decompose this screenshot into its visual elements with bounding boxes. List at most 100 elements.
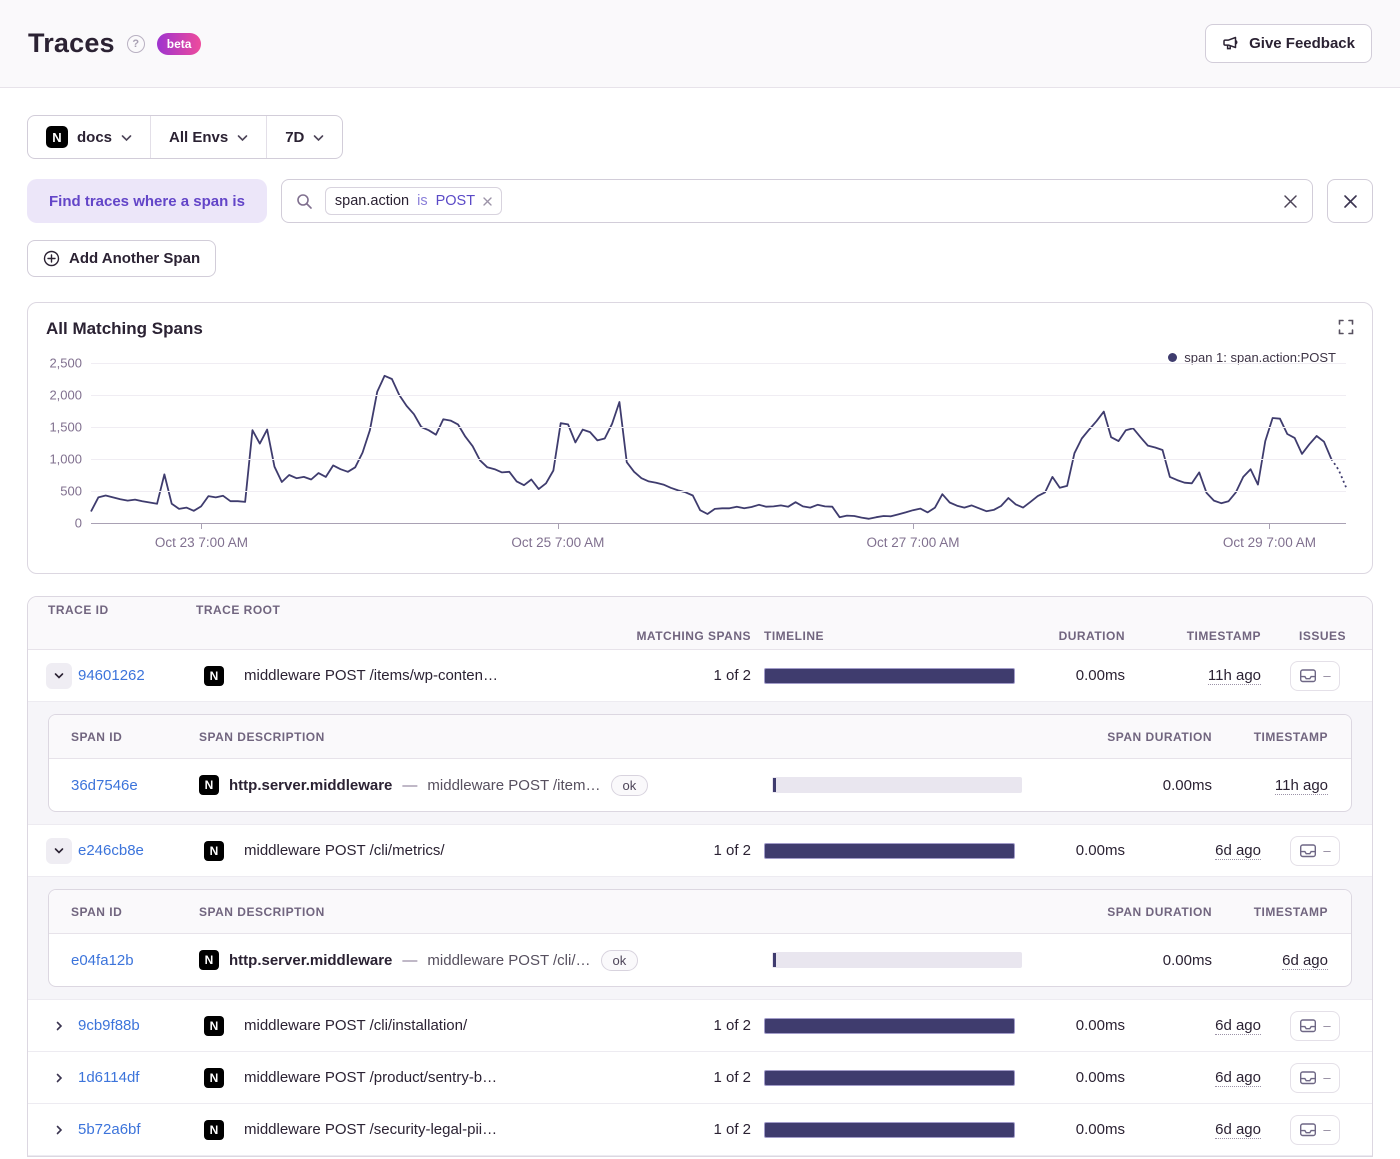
trace-timestamp: 6d ago: [1215, 1121, 1261, 1139]
gridline: [91, 363, 1346, 364]
give-feedback-button[interactable]: Give Feedback: [1205, 24, 1372, 63]
series-line: [91, 376, 1331, 519]
trace-timestamp: 6d ago: [1215, 1069, 1261, 1087]
trace-timeline-bar[interactable]: [764, 1069, 1015, 1086]
remove-token-icon[interactable]: [483, 196, 492, 206]
token-operator: is: [417, 193, 428, 209]
trace-duration: 0.00ms: [1075, 1121, 1125, 1138]
trace-id-link[interactable]: e246cb8e: [78, 842, 144, 859]
trace-timestamp: 11h ago: [1207, 667, 1261, 685]
trace-row[interactable]: 5b72a6bf N middleware POST /security-leg…: [28, 1104, 1372, 1156]
spans-subtable-header: SPAN ID SPAN DESCRIPTION SPAN DURATION T…: [49, 890, 1351, 934]
gridline: [91, 523, 1346, 524]
column-header-timestamp: TIMESTAMP: [1186, 629, 1261, 643]
span-timestamp: 6d ago: [1282, 951, 1328, 970]
trace-spans-section: SPAN ID SPAN DESCRIPTION SPAN DURATION T…: [28, 702, 1372, 825]
column-header-span-id: SPAN ID: [71, 729, 123, 744]
nextjs-project-icon: N: [204, 1067, 224, 1088]
trace-row[interactable]: e246cb8e N middleware POST /cli/metrics/…: [28, 825, 1372, 877]
matching-spans-count: 1 of 2: [713, 667, 751, 684]
trace-id-link[interactable]: 1d6114df: [78, 1069, 139, 1086]
trace-issues-button[interactable]: –: [1290, 1062, 1340, 1093]
trace-duration: 0.00ms: [1075, 667, 1125, 684]
expand-trace-button[interactable]: [46, 1013, 72, 1039]
span-timeline-bar[interactable]: [772, 952, 1022, 968]
trace-issues-button[interactable]: –: [1290, 660, 1340, 691]
column-header-span-timestamp: TIMESTAMP: [1253, 729, 1328, 744]
trace-timeline-bar[interactable]: [764, 1121, 1015, 1138]
nextjs-project-icon: N: [46, 126, 68, 148]
environment-selector[interactable]: All Envs: [150, 116, 266, 158]
search-filter-token[interactable]: span.action is POST: [324, 187, 503, 215]
span-id-link[interactable]: e04fa12b: [71, 952, 134, 969]
span-timeline-bar[interactable]: [772, 777, 1022, 793]
chevron-right-icon: [53, 1124, 65, 1136]
collapse-trace-button[interactable]: [46, 662, 72, 689]
project-selector[interactable]: N docs: [28, 116, 150, 158]
page-filter-bar: N docs All Envs 7D: [27, 115, 344, 159]
chart-x-axis: Oct 23 7:00 AM Oct 25 7:00 AM Oct 27 7:00 …: [91, 523, 1346, 557]
help-icon[interactable]: ?: [126, 34, 145, 53]
trace-issues-button[interactable]: –: [1290, 1114, 1340, 1145]
separator-dash: —: [402, 951, 418, 969]
find-traces-label: Find traces where a span is: [27, 179, 267, 223]
trace-id-link[interactable]: 94601262: [78, 667, 145, 684]
span-description: middleware POST /item…: [427, 776, 601, 794]
chevron-right-icon: [53, 1072, 65, 1084]
span-search-input[interactable]: span.action is POST: [280, 179, 1313, 223]
trace-timeline-bar[interactable]: [764, 842, 1015, 859]
column-header-span-duration: SPAN DURATION: [1107, 904, 1212, 919]
expand-trace-button[interactable]: [46, 1117, 72, 1143]
matching-spans-count: 1 of 2: [713, 842, 751, 859]
date-range-selector[interactable]: 7D: [266, 116, 342, 158]
trace-issues-button[interactable]: –: [1290, 835, 1340, 866]
column-header-span-description: SPAN DESCRIPTION: [199, 729, 325, 744]
column-header-timeline: TIMELINE: [764, 629, 824, 643]
collapse-trace-button[interactable]: [46, 837, 72, 864]
span-duration: 0.00ms: [1162, 951, 1212, 969]
no-issues-dash: –: [1323, 1122, 1331, 1137]
column-header-trace-id: TRACE ID: [48, 603, 109, 617]
trace-root: middleware POST /security-legal-pii…: [244, 1121, 498, 1138]
add-another-span-button[interactable]: Add Another Span: [27, 240, 217, 277]
column-header-span-duration: SPAN DURATION: [1107, 729, 1212, 744]
search-icon: [296, 193, 313, 210]
trace-timeline-bar[interactable]: [764, 1017, 1015, 1034]
trace-row[interactable]: 9cb9f88b N middleware POST /cli/installa…: [28, 1000, 1372, 1052]
chevron-down-icon: [53, 670, 65, 682]
trace-id-link[interactable]: 9cb9f88b: [78, 1017, 140, 1034]
matching-spans-count: 1 of 2: [713, 1017, 751, 1034]
expand-chart-icon[interactable]: [1336, 317, 1356, 340]
trace-row[interactable]: 1d6114df N middleware POST /product/sent…: [28, 1052, 1372, 1104]
gridline: [91, 395, 1346, 396]
separator-dash: —: [402, 776, 418, 794]
span-id-link[interactable]: 36d7546e: [71, 777, 138, 794]
column-header-span-description: SPAN DESCRIPTION: [199, 904, 325, 919]
delete-span-filter-button[interactable]: [1327, 179, 1373, 223]
x-axis-tick-label: Oct 27 7:00 AM: [866, 535, 960, 550]
clear-search-icon[interactable]: [1283, 194, 1298, 209]
no-issues-dash: –: [1323, 1018, 1331, 1033]
expand-trace-button[interactable]: [46, 1065, 72, 1091]
y-axis-tick-label: 0: [74, 515, 82, 531]
span-row[interactable]: 36d7546e N http.server.middleware — midd…: [49, 759, 1351, 811]
chart-title: All Matching Spans: [46, 319, 203, 338]
spans-subtable-header: SPAN ID SPAN DESCRIPTION SPAN DURATION T…: [49, 715, 1351, 759]
y-axis-tick-label: 1,500: [49, 419, 82, 435]
span-status-badge: ok: [610, 774, 649, 796]
trace-id-link[interactable]: 5b72a6bf: [78, 1121, 141, 1138]
top-bar: Traces ? beta Give Feedback: [0, 0, 1400, 88]
trace-timeline-bar[interactable]: [764, 667, 1015, 684]
trace-issues-button[interactable]: –: [1290, 1010, 1340, 1041]
nextjs-project-icon: N: [199, 775, 219, 795]
trace-row[interactable]: 94601262 N middleware POST /items/wp-con…: [28, 650, 1372, 702]
span-row[interactable]: e04fa12b N http.server.middleware — midd…: [49, 934, 1351, 986]
gridline: [91, 427, 1346, 428]
traces-table: TRACE ID TRACE ROOT MATCHING SPANS TIMELINE…: [27, 596, 1373, 1157]
chevron-down-icon: [313, 129, 324, 146]
chart-plot-area[interactable]: Oct 23 7:00 AM Oct 25 7:00 AM Oct 27 7:00 …: [49, 356, 1346, 550]
series-line-dashed-tail: [1331, 459, 1346, 487]
y-axis-tick-label: 2,000: [49, 387, 82, 403]
no-issues-dash: –: [1323, 1070, 1331, 1085]
date-range-selector-label: 7D: [285, 128, 305, 146]
